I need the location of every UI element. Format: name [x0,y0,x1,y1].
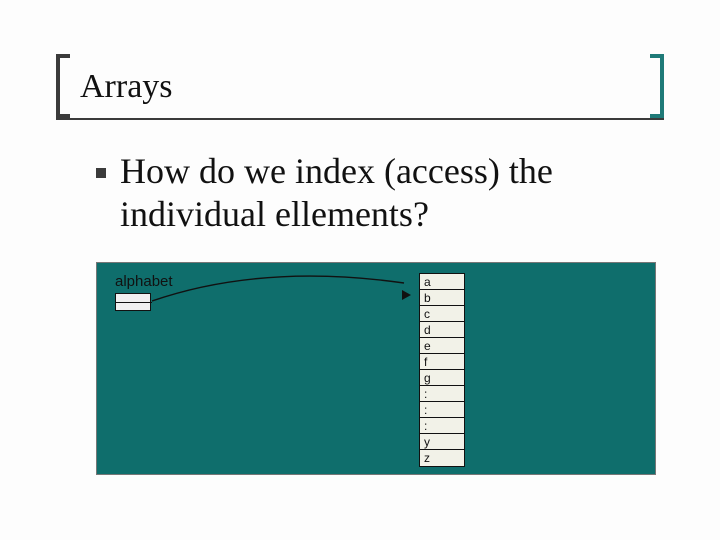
arrow-icon [152,301,410,303]
bullet-icon [96,168,106,178]
array-table: a b c d e f g : : : y z [419,273,465,467]
array-cell: : [420,418,464,434]
array-cell: b [420,290,464,306]
array-cell: c [420,306,464,322]
array-cell: g [420,370,464,386]
array-cell: a [420,274,464,290]
reference-box-split [116,302,152,303]
array-cell: : [420,402,464,418]
arrow-head-icon [402,290,411,300]
slide-title: Arrays [80,68,173,106]
array-cell: d [420,322,464,338]
array-cell: e [420,338,464,354]
array-cell: : [420,386,464,402]
array-cell: f [420,354,464,370]
title-underline [56,118,664,120]
bracket-left-icon [56,54,70,118]
slide: Arrays How do we index (access) the indi… [0,0,720,540]
array-cell: y [420,434,464,450]
bullet-text: How do we index (access) the individual … [120,150,656,236]
diagram: alphabet a b c d e f g : : : y z [96,262,656,475]
array-cell: z [420,450,464,466]
bracket-right-icon [650,54,664,118]
reference-box [115,293,151,311]
title-row: Arrays [56,54,664,118]
bullet-row: How do we index (access) the individual … [96,150,656,236]
